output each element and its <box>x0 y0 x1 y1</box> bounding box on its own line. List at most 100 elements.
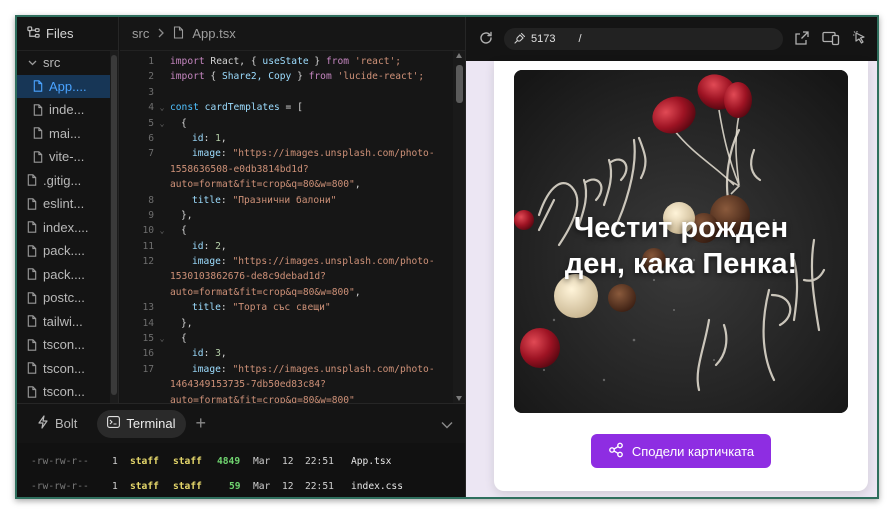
code-line: 5 ⌄{ <box>120 116 453 131</box>
tree-item-label: inde... <box>49 102 85 118</box>
file-icon <box>26 291 38 305</box>
scroll-up-icon[interactable] <box>456 53 462 58</box>
explorer-header: Files <box>17 17 118 51</box>
file-icon <box>26 267 38 281</box>
code-line: 8 title: "Празнични балони" <box>148 194 337 206</box>
chevron-down-icon[interactable] <box>441 416 453 434</box>
tree-file[interactable]: vite-... <box>17 145 118 169</box>
preview-port: 5173 <box>531 33 556 45</box>
fold-chevron-icon[interactable]: ⌄ <box>154 223 170 238</box>
code-line-wrap: 1530103862676-de8c9debad1d? <box>170 271 326 283</box>
file-icon <box>32 79 44 93</box>
greeting-line-1: Честит рожден <box>573 212 789 244</box>
code-line: 3 <box>148 86 154 98</box>
tab-bolt-label: Bolt <box>55 416 78 431</box>
greeting-line-2: ден, кака Пенка! <box>564 248 798 280</box>
tree-item-label: mai... <box>49 125 81 141</box>
tree-file[interactable]: inde... <box>17 98 118 122</box>
tab-terminal[interactable]: Terminal <box>97 409 186 438</box>
tree-item-label: eslint... <box>43 196 85 212</box>
file-icon <box>173 25 184 42</box>
code-line: 12 image: "https://images.unsplash.com/ph… <box>142 256 435 268</box>
tree-item-label: .gitig... <box>43 172 82 188</box>
explorer-scroll-thumb[interactable] <box>111 55 117 395</box>
device-toggle-icon[interactable] <box>822 30 840 51</box>
tree-file[interactable]: pack.... <box>17 263 118 287</box>
code-line-wrap: 1558636508-e0db3814bd1d? <box>170 163 309 175</box>
tree-file[interactable]: tscon... <box>17 380 118 404</box>
tree-item-label: pack.... <box>43 266 85 282</box>
preview-url-bar[interactable]: 5173 / <box>504 28 783 50</box>
code-line: 6 id: 1, <box>148 132 227 144</box>
terminal-row: -rw-rw-r-- 1 staff staff 4849 Mar 12 22:… <box>31 456 392 467</box>
breadcrumb-file[interactable]: App.tsx <box>192 26 235 41</box>
files-tree-icon <box>27 25 40 42</box>
tree-file[interactable]: App.... <box>17 74 118 98</box>
file-tree: src App.... inde... mai... vite-... .gitig...… <box>17 51 118 404</box>
share-button-label: Сподели картичката <box>631 443 755 459</box>
code-line: 11 id: 2, <box>142 240 227 252</box>
tree-item-label: tscon... <box>43 360 85 376</box>
tree-folder[interactable]: src <box>17 51 118 75</box>
code-line-wrap: auto=format&fit=crop&q=80&w=800" <box>170 394 355 403</box>
breadcrumb-folder[interactable]: src <box>132 26 149 41</box>
tree-file[interactable]: tscon... <box>17 333 118 357</box>
tree-file[interactable]: .gitig... <box>17 169 118 193</box>
file-icon <box>26 338 38 352</box>
tree-file[interactable]: tailwi... <box>17 310 118 334</box>
inspect-pointer-icon[interactable] <box>852 30 868 51</box>
tree-file[interactable]: postc... <box>17 286 118 310</box>
tab-terminal-label: Terminal <box>126 416 176 431</box>
terminal-row: -rw-rw-r-- 1 staff staff 59 Mar 12 22:51… <box>31 481 403 492</box>
code-area[interactable]: 1 import React, { useState } from 'react'… <box>120 54 453 403</box>
preview-path: / <box>578 33 582 45</box>
tab-bolt[interactable]: Bolt <box>27 410 87 438</box>
tree-file[interactable]: pack.... <box>17 239 118 263</box>
chevron-right-icon <box>157 26 165 41</box>
breadcrumb: src App.tsx <box>120 17 465 51</box>
tree-item-label: vite-... <box>49 149 85 165</box>
code-line: 10 ⌄{ <box>120 223 453 238</box>
tree-item-label: src <box>43 55 61 71</box>
add-tab-plus-icon[interactable]: + <box>196 413 207 434</box>
code-line: 4 ⌄ const cardTemplates = [ <box>120 100 453 115</box>
preview-pane: 5173 / Честит рожден ден, кака Пенка! Сп… <box>465 17 877 497</box>
reload-icon[interactable] <box>478 30 494 51</box>
tree-file[interactable]: eslint... <box>17 192 118 216</box>
file-icon <box>32 103 44 117</box>
scroll-down-icon[interactable] <box>456 396 462 401</box>
fold-chevron-icon[interactable]: ⌄ <box>154 331 170 346</box>
tree-item-label: tscon... <box>43 384 85 400</box>
tree-item-label: pack.... <box>43 243 85 259</box>
share-card-button[interactable]: Сподели картичката <box>591 434 771 468</box>
file-icon <box>26 314 38 328</box>
tree-item-label: tailwi... <box>43 313 83 329</box>
explorer-scrollbar[interactable] <box>110 51 118 403</box>
terminal-output[interactable]: -rw-rw-r-- 1 staff staff 4849 Mar 12 22:… <box>17 443 465 497</box>
tree-file[interactable]: mai... <box>17 122 118 146</box>
tree-file[interactable]: tscon... <box>17 357 118 381</box>
file-icon <box>26 244 38 258</box>
file-icon <box>26 220 38 234</box>
open-external-icon[interactable] <box>794 30 810 51</box>
terminal-icon <box>107 416 121 431</box>
code-line: 15 ⌄{ <box>120 331 453 346</box>
file-icon <box>32 126 44 140</box>
code-line: 17 image: "https://images.unsplash.com/ph… <box>142 363 435 375</box>
editor-scrollbar[interactable] <box>453 51 465 403</box>
editor-scroll-thumb[interactable] <box>456 65 463 103</box>
code-line: 7 image: "https://images.unsplash.com/pho… <box>148 148 435 160</box>
bolt-icon <box>37 415 49 432</box>
fold-chevron-icon[interactable]: ⌄ <box>154 116 170 131</box>
tree-item-label: index.... <box>43 219 89 235</box>
code-line: 14}, <box>142 317 193 329</box>
card-photo: Честит рожден ден, кака Пенка! <box>514 70 848 413</box>
tree-file[interactable]: index.... <box>17 216 118 240</box>
code-line-wrap: 1464349153735-7db50ed83c84? <box>170 379 326 391</box>
file-explorer: Files src App.... inde... mai... vite-... .gi… <box>17 17 119 403</box>
code-line: 13 title: "Торта със свещи" <box>142 302 331 314</box>
file-icon <box>26 197 38 211</box>
file-icon <box>26 385 38 399</box>
fold-chevron-icon[interactable]: ⌄ <box>154 100 170 115</box>
preview-toolbar: 5173 / <box>466 17 877 61</box>
